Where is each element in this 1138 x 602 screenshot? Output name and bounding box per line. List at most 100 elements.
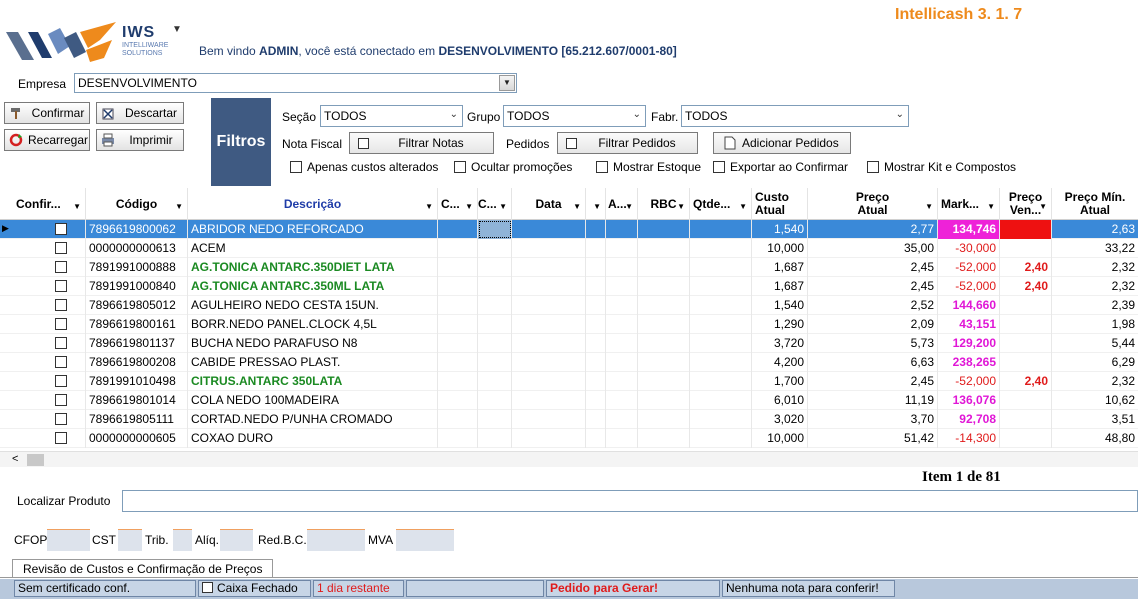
confirm-cell[interactable] xyxy=(12,353,86,372)
empresa-select[interactable]: DESENVOLVIMENTO ▼ xyxy=(74,73,517,93)
table-row[interactable]: 0000000000613 ACEM 10,000 35,00 -30,000 33,22 xyxy=(0,239,1138,258)
c2-cell[interactable] xyxy=(478,258,512,277)
grupo-select[interactable]: TODOS ⌄ xyxy=(503,105,646,127)
mostrar-kit-compostos-check[interactable]: Mostrar Kit e Compostos xyxy=(867,160,1016,174)
filtrar-notas-button[interactable]: Filtrar Notas xyxy=(349,132,494,154)
empresa-dropdown-chevron-icon[interactable]: ▼ xyxy=(499,75,515,91)
mostrar-estoque-check[interactable]: Mostrar Estoque xyxy=(596,160,701,174)
c2-cell[interactable] xyxy=(478,220,512,239)
checkbox[interactable] xyxy=(454,161,466,173)
table-row[interactable]: 7896619800161 BORR.NEDO PANEL.CLOCK 4,5L 1… xyxy=(0,315,1138,334)
imprimir-button[interactable]: Imprimir xyxy=(96,129,184,151)
exportar-ao-confirmar-check[interactable]: Exportar ao Confirmar xyxy=(713,160,848,174)
row-checkbox[interactable] xyxy=(55,223,67,235)
col-a[interactable]: A... ▼ xyxy=(606,188,638,220)
row-checkbox[interactable] xyxy=(55,299,67,311)
logo-menu-chevron-icon[interactable]: ▼ xyxy=(172,24,182,35)
col-c1[interactable]: C... ▼ xyxy=(438,188,478,220)
adicionar-pedidos-button[interactable]: Adicionar Pedidos xyxy=(713,132,851,154)
scroll-left-icon[interactable]: < xyxy=(12,453,18,465)
row-checkbox[interactable] xyxy=(55,261,67,273)
mva-field[interactable] xyxy=(396,529,454,551)
redbc-field[interactable] xyxy=(307,529,365,551)
fabr-select[interactable]: TODOS ⌄ xyxy=(681,105,909,127)
filtrar-pedidos-checkbox[interactable] xyxy=(566,137,577,149)
table-row[interactable]: 7891991010498 CITRUS.ANTARC 350LATA 1,700 2… xyxy=(0,372,1138,391)
row-checkbox[interactable] xyxy=(55,242,67,254)
confirm-cell[interactable] xyxy=(12,410,86,429)
col-preco-venda[interactable]: Preço Ven... ▼ xyxy=(1000,188,1052,220)
filtrar-pedidos-button[interactable]: Filtrar Pedidos xyxy=(557,132,698,154)
c2-cell[interactable] xyxy=(478,334,512,353)
col-data[interactable]: Data ▼ xyxy=(512,188,586,220)
confirm-cell[interactable] xyxy=(12,220,86,239)
c2-cell[interactable] xyxy=(478,277,512,296)
table-row[interactable]: 7896619805012 AGULHEIRO NEDO CESTA 15UN. 1… xyxy=(0,296,1138,315)
row-checkbox[interactable] xyxy=(55,318,67,330)
confirmar-button[interactable]: Confirmar xyxy=(4,102,90,124)
col-preco-atual[interactable]: Preço Atual ▼ xyxy=(808,188,938,220)
col-codigo[interactable]: Código ▼ xyxy=(86,188,188,220)
confirm-cell[interactable] xyxy=(12,258,86,277)
table-row[interactable]: 7896619801014 COLA NEDO 100MADEIRA 6,010 11… xyxy=(0,391,1138,410)
row-checkbox[interactable] xyxy=(55,280,67,292)
c2-cell[interactable] xyxy=(478,315,512,334)
table-row[interactable]: 7891991000840 AG.TONICA ANTARC.350ML LATA… xyxy=(0,277,1138,296)
apenas-custos-alterados-check[interactable]: Apenas custos alterados xyxy=(290,160,438,174)
row-checkbox[interactable] xyxy=(55,432,67,444)
descartar-button[interactable]: Descartar xyxy=(96,102,184,124)
confirm-cell[interactable] xyxy=(12,372,86,391)
scroll-thumb[interactable] xyxy=(27,454,44,466)
checkbox[interactable] xyxy=(713,161,725,173)
c2-cell[interactable] xyxy=(478,410,512,429)
table-row[interactable]: 7896619801137 BUCHA NEDO PARAFUSO N8 3,720… xyxy=(0,334,1138,353)
table-row[interactable]: 7896619800208 CABIDE PRESSAO PLAST. 4,200 6… xyxy=(0,353,1138,372)
confirm-cell[interactable] xyxy=(12,391,86,410)
checkbox[interactable] xyxy=(596,161,608,173)
aliq-field[interactable] xyxy=(220,529,253,551)
checkbox[interactable] xyxy=(290,161,302,173)
filtrar-notas-checkbox[interactable] xyxy=(358,137,369,149)
row-checkbox[interactable] xyxy=(55,375,67,387)
horizontal-scrollbar[interactable]: < xyxy=(0,451,1138,467)
localizar-input[interactable] xyxy=(122,490,1138,512)
col-confirm[interactable]: Confir... ▼ xyxy=(12,188,86,220)
confirm-cell[interactable] xyxy=(12,296,86,315)
trib-field[interactable] xyxy=(173,529,192,551)
col-rbc[interactable]: RBC ▼ xyxy=(638,188,690,220)
col-c2[interactable]: C... ▼ xyxy=(478,188,512,220)
c2-cell[interactable] xyxy=(478,296,512,315)
table-row[interactable]: ▶ 7896619800062 ABRIDOR NEDO REFORCADO 1,54… xyxy=(0,220,1138,239)
row-checkbox[interactable] xyxy=(55,337,67,349)
confirm-cell[interactable] xyxy=(12,239,86,258)
row-checkbox[interactable] xyxy=(55,394,67,406)
confirm-cell[interactable] xyxy=(12,429,86,448)
checkbox[interactable] xyxy=(867,161,879,173)
confirm-cell[interactable] xyxy=(12,277,86,296)
c2-cell[interactable] xyxy=(478,239,512,258)
c2-cell[interactable] xyxy=(478,372,512,391)
tab-revisao-custos[interactable]: Revisão de Custos e Confirmação de Preço… xyxy=(12,559,274,577)
secao-select[interactable]: TODOS ⌄ xyxy=(320,105,463,127)
c2-cell[interactable] xyxy=(478,353,512,372)
col-custo-atual[interactable]: Custo Atual xyxy=(752,188,808,220)
col-descricao[interactable]: Descrição ▼ xyxy=(188,188,438,220)
col-blank[interactable]: ▼ xyxy=(586,188,606,220)
table-row[interactable]: 7896619805111 CORTAD.NEDO P/UNHA CROMADO 3… xyxy=(0,410,1138,429)
col-preco-min[interactable]: Preço Mín. Atual xyxy=(1052,188,1138,220)
cst-field[interactable] xyxy=(118,529,142,551)
table-row[interactable]: 0000000000605 COXAO DURO 10,000 51,42 -14,30… xyxy=(0,429,1138,448)
row-checkbox[interactable] xyxy=(55,413,67,425)
c2-cell[interactable] xyxy=(478,429,512,448)
confirm-cell[interactable] xyxy=(12,334,86,353)
cfop-field[interactable] xyxy=(47,529,90,551)
col-markup[interactable]: Mark... ▼ xyxy=(938,188,1000,220)
col-qtde[interactable]: Qtde... ▼ xyxy=(690,188,752,220)
table-row[interactable]: 7891991000888 AG.TONICA ANTARC.350DIET LA… xyxy=(0,258,1138,277)
c2-cell[interactable] xyxy=(478,391,512,410)
products-grid[interactable]: Confir... ▼ Código ▼ Descrição ▼ C... ▼ C...… xyxy=(0,188,1138,451)
confirm-cell[interactable] xyxy=(12,315,86,334)
ocultar-promocoes-check[interactable]: Ocultar promoções xyxy=(454,160,572,174)
row-checkbox[interactable] xyxy=(55,356,67,368)
recarregar-button[interactable]: Recarregar xyxy=(4,129,90,151)
